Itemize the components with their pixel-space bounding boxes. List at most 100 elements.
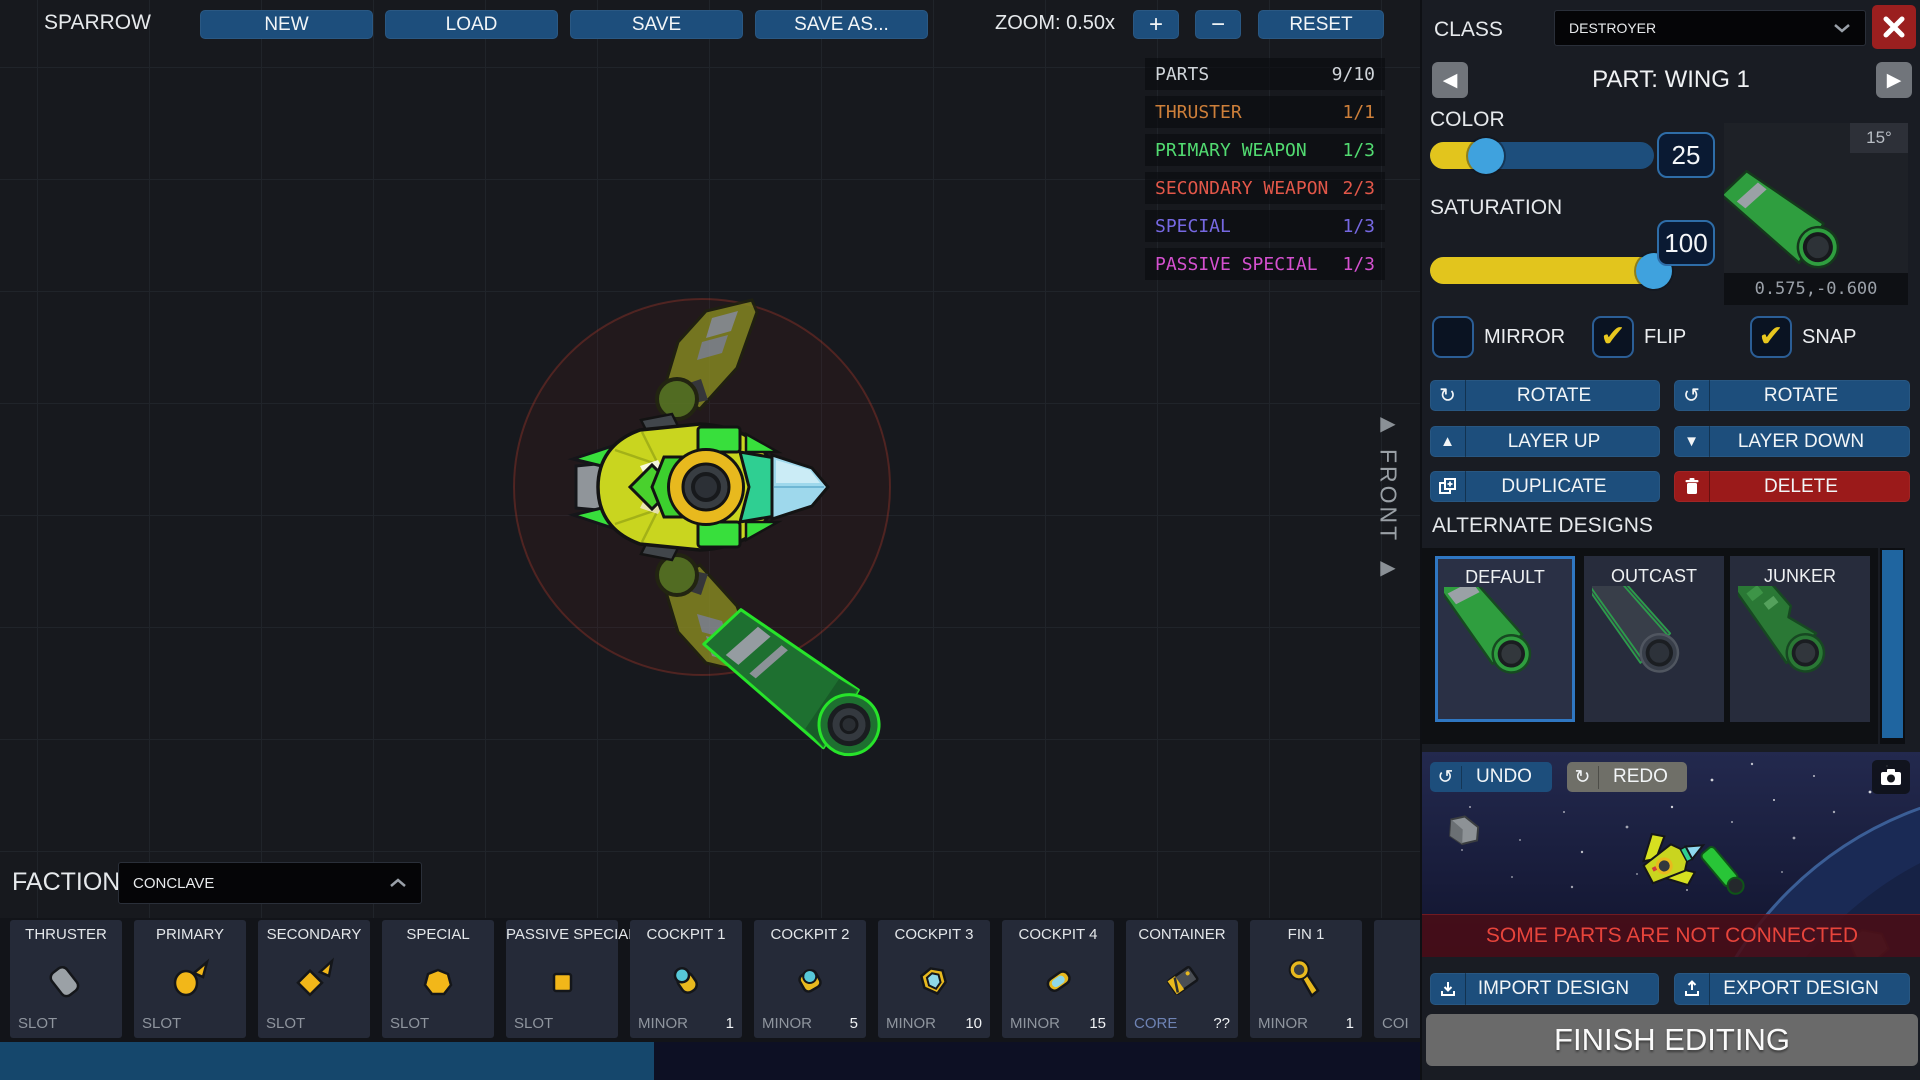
- faction-label: FACTION: [12, 868, 120, 897]
- parts-label: PARTS: [1155, 64, 1209, 85]
- palette-card-partial[interactable]: COI: [1374, 920, 1420, 1038]
- check-icon: ✔: [1600, 322, 1625, 352]
- saturation-slider-fill: [1430, 257, 1654, 284]
- palette-card-passive-special[interactable]: PASSIVE SPECIAL SLOT: [506, 920, 618, 1038]
- palette-card-cockpit-2[interactable]: COCKPIT 2 MINOR5: [754, 920, 866, 1038]
- palette-card-container[interactable]: CONTAINER CORE??: [1126, 920, 1238, 1038]
- chevron-up-icon: [389, 878, 407, 888]
- class-selected-value: DESTROYER: [1569, 20, 1656, 36]
- cockpit-3-icon: [904, 948, 964, 1008]
- thruster-part-icon: [36, 948, 96, 1008]
- front-arrow-icon: ▶: [1380, 414, 1395, 434]
- class-label: CLASS: [1434, 18, 1503, 42]
- save-button[interactable]: SAVE: [570, 10, 743, 39]
- export-design-button[interactable]: EXPORT DESIGN: [1674, 973, 1910, 1005]
- fin-1-icon: [1276, 948, 1336, 1008]
- mirror-checkbox-label: MIRROR: [1484, 326, 1565, 349]
- designs-scrollbar[interactable]: [1880, 548, 1905, 744]
- parts-summary-header: PARTS 9/10: [1145, 58, 1385, 90]
- summary-row-secondary-weapon: SECONDARY WEAPON 2/3: [1145, 172, 1385, 204]
- import-design-button[interactable]: IMPORT DESIGN: [1430, 973, 1659, 1005]
- zoom-level-label: ZOOM: 0.50x: [995, 12, 1115, 35]
- ship-editor-app: ▶ FRONT ▶ SPARROW NEW LOAD SAVE SAVE AS.…: [0, 0, 1920, 1080]
- secondary-weapon-icon: [284, 948, 344, 1008]
- saturation-slider[interactable]: [1430, 257, 1654, 284]
- summary-row-thruster: THRUSTER 1/1: [1145, 96, 1385, 128]
- layer-down-button[interactable]: ▼ LAYER DOWN: [1674, 426, 1910, 457]
- duplicate-button[interactable]: DUPLICATE: [1430, 471, 1660, 502]
- part-title: PART: WING 1: [1422, 66, 1920, 94]
- zoom-reset-button[interactable]: RESET: [1258, 10, 1384, 39]
- close-editor-button[interactable]: [1872, 5, 1916, 49]
- palette-card-cockpit-1[interactable]: COCKPIT 1 MINOR1: [630, 920, 742, 1038]
- color-value-box[interactable]: 25: [1657, 132, 1715, 178]
- close-icon: [1882, 15, 1906, 39]
- front-arrow-icon: ▶: [1380, 558, 1395, 578]
- summary-row-special: SPECIAL 1/3: [1145, 210, 1385, 242]
- design-card-junker[interactable]: JUNKER: [1730, 556, 1870, 722]
- design-card-default[interactable]: DEFAULT: [1435, 556, 1575, 722]
- cockpit-4-icon: [1028, 948, 1088, 1008]
- passive-special-icon: [532, 948, 592, 1008]
- warning-banner: SOME PARTS ARE NOT CONNECTED: [1422, 914, 1920, 957]
- parts-count: 9/10: [1332, 64, 1375, 85]
- summary-row-primary-weapon: PRIMARY WEAPON 1/3: [1145, 134, 1385, 166]
- primary-weapon-icon: [160, 948, 220, 1008]
- undo-icon: ↺: [1430, 766, 1462, 789]
- color-slider-knob[interactable]: [1468, 138, 1504, 174]
- faction-dropdown[interactable]: CONCLAVE: [118, 862, 422, 904]
- alternate-designs-list: DEFAULT OUTCAST: [1422, 548, 1878, 744]
- part-coordinates: 0.575,-0.600: [1724, 273, 1908, 305]
- zoom-in-button[interactable]: +: [1133, 10, 1179, 39]
- palette-card-primary[interactable]: PRIMARY SLOT: [134, 920, 246, 1038]
- snap-checkbox[interactable]: ✔: [1750, 316, 1792, 358]
- save-as-button[interactable]: SAVE AS...: [755, 10, 928, 39]
- triangle-down-icon: ▼: [1674, 426, 1710, 457]
- palette-card-fin-1[interactable]: FIN 1 MINOR1: [1250, 920, 1362, 1038]
- new-button[interactable]: NEW: [200, 10, 373, 39]
- finish-editing-button[interactable]: FINISH EDITING: [1426, 1014, 1918, 1066]
- parts-summary-list: PARTS 9/10 THRUSTER 1/1 PRIMARY WEAPON 1…: [1145, 58, 1385, 286]
- rotate-counterclockwise-button[interactable]: ↺ ROTATE: [1674, 380, 1910, 411]
- layer-up-button[interactable]: ▲ LAYER UP: [1430, 426, 1660, 457]
- triangle-up-icon: ▲: [1430, 426, 1466, 457]
- wing-thumbnail-outcast: [1592, 586, 1720, 716]
- duplicate-icon: [1430, 471, 1466, 502]
- footer-progress-track: [654, 1042, 1420, 1080]
- screenshot-button[interactable]: [1872, 760, 1910, 794]
- alternate-designs-title: ALTERNATE DESIGNS: [1432, 514, 1653, 538]
- load-button[interactable]: LOAD: [385, 10, 558, 39]
- flip-checkbox[interactable]: ✔: [1592, 316, 1634, 358]
- palette-card-cockpit-4[interactable]: COCKPIT 4 MINOR15: [1002, 920, 1114, 1038]
- designs-scrollbar-thumb[interactable]: [1882, 550, 1903, 738]
- parts-palette: THRUSTER SLOT PRIMARY SLOT SECONDARY SLO…: [0, 918, 1420, 1042]
- export-icon: [1674, 973, 1710, 1005]
- cockpit-1-icon: [656, 948, 716, 1008]
- palette-card-special[interactable]: SPECIAL SLOT: [382, 920, 494, 1038]
- next-part-button[interactable]: ▶: [1876, 62, 1912, 98]
- front-label: FRONT: [1375, 449, 1402, 543]
- redo-button[interactable]: ↻ REDO: [1567, 762, 1687, 792]
- saturation-label: SATURATION: [1430, 196, 1562, 220]
- check-icon: ✔: [1758, 322, 1783, 352]
- rotate-clockwise-button[interactable]: ↻ ROTATE: [1430, 380, 1660, 411]
- palette-card-cockpit-3[interactable]: COCKPIT 3 MINOR10: [878, 920, 990, 1038]
- saturation-value-box[interactable]: 100: [1657, 220, 1715, 266]
- container-part-icon: [1152, 948, 1212, 1008]
- delete-button[interactable]: DELETE: [1674, 471, 1910, 502]
- color-slider[interactable]: [1430, 142, 1654, 169]
- part-angle-badge: 15°: [1850, 123, 1908, 153]
- camera-icon: [1880, 768, 1902, 786]
- special-part-icon: [408, 948, 468, 1008]
- chevron-down-icon: [1833, 23, 1851, 33]
- zoom-out-button[interactable]: −: [1195, 10, 1241, 39]
- flip-checkbox-label: FLIP: [1644, 326, 1686, 349]
- snap-checkbox-label: SNAP: [1802, 326, 1856, 349]
- design-card-outcast[interactable]: OUTCAST: [1584, 556, 1724, 722]
- mirror-checkbox[interactable]: ✔: [1432, 316, 1474, 358]
- undo-button[interactable]: ↺ UNDO: [1430, 762, 1552, 792]
- import-icon: [1430, 973, 1466, 1005]
- class-dropdown[interactable]: DESTROYER: [1554, 10, 1866, 46]
- palette-card-secondary[interactable]: SECONDARY SLOT: [258, 920, 370, 1038]
- palette-card-thruster[interactable]: THRUSTER SLOT: [10, 920, 122, 1038]
